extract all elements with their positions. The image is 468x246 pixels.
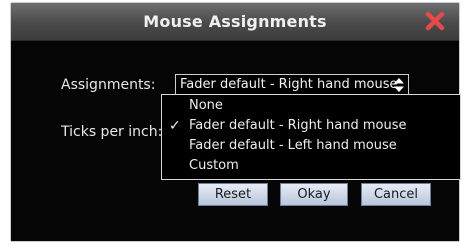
assignments-select-value: Fader default - Right hand mouse (180, 77, 398, 92)
title-bar: Mouse Assignments (11, 3, 459, 41)
menu-item-fader-right[interactable]: ✓ Fader default - Right hand mouse (162, 116, 460, 136)
menu-item-none[interactable]: None (162, 96, 460, 116)
menu-item-custom[interactable]: Custom (162, 156, 460, 176)
menu-item-fader-left[interactable]: Fader default - Left hand mouse (162, 136, 460, 156)
assignments-select[interactable]: Fader default - Right hand mouse (175, 74, 409, 96)
cancel-button[interactable]: Cancel (361, 183, 431, 206)
ticks-per-inch-label: Ticks per inch: (61, 124, 163, 140)
checkmark-icon: ✓ (169, 118, 181, 134)
assignments-label: Assignments: (61, 77, 156, 93)
select-arrows-icon (394, 78, 404, 92)
reset-button[interactable]: Reset (198, 183, 268, 206)
dialog-title: Mouse Assignments (143, 12, 327, 31)
assignments-dropdown-menu: None ✓ Fader default - Right hand mouse … (161, 94, 461, 180)
okay-button[interactable]: Okay (280, 183, 348, 206)
close-icon[interactable] (423, 9, 447, 33)
